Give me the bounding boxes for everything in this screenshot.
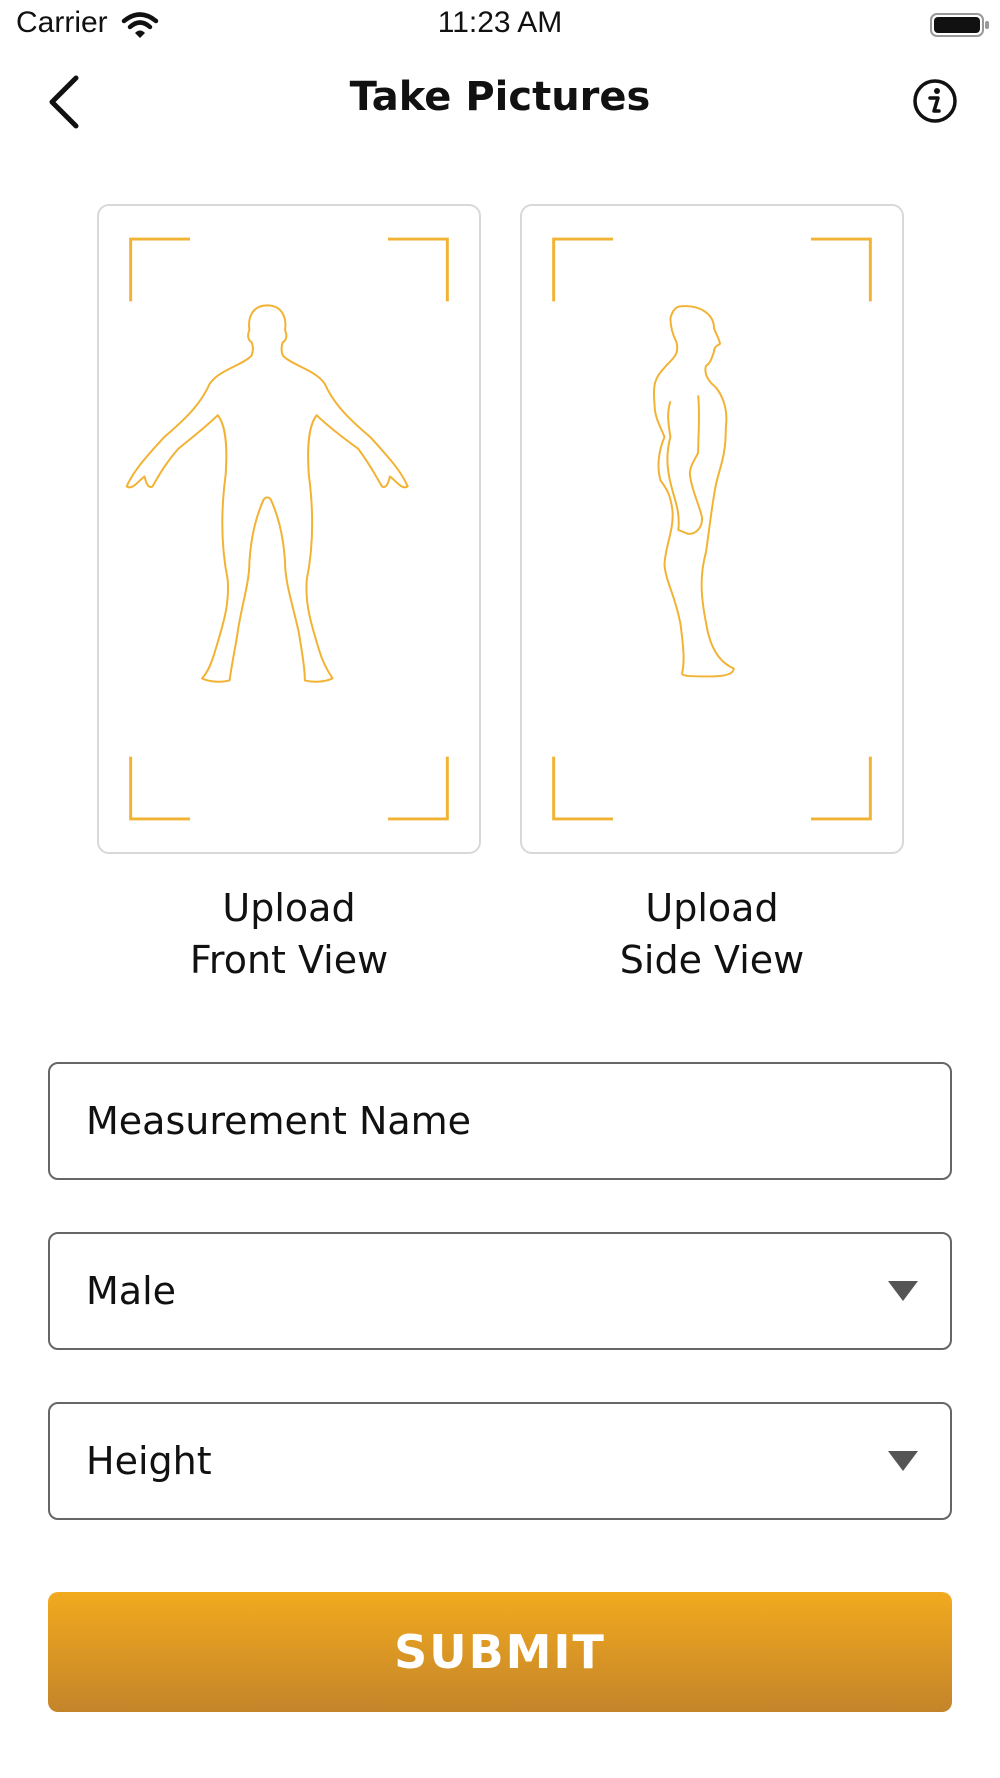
measurement-name-field[interactable]: Measurement Name [48, 1062, 952, 1180]
front-view-label-line2: Front View [189, 938, 389, 982]
dropdown-caret-icon [888, 1281, 918, 1301]
side-view-label-line2: Side View [619, 938, 805, 982]
info-icon[interactable] [912, 78, 958, 124]
gender-select[interactable]: Male [48, 1232, 952, 1350]
side-body-silhouette-icon [552, 237, 872, 821]
measurement-name-placeholder: Measurement Name [86, 1099, 472, 1143]
submit-button[interactable]: SUBMIT [48, 1592, 952, 1712]
battery-icon [930, 13, 989, 37]
front-view-upload-card[interactable] [97, 204, 481, 854]
side-view-label: Upload Side View [520, 882, 904, 986]
page-title: Take Pictures [349, 74, 651, 120]
front-body-silhouette-icon [125, 237, 449, 821]
front-view-label-line1: Upload [222, 886, 356, 930]
side-view-label-line1: Upload [645, 886, 779, 930]
height-select-value: Height [86, 1439, 212, 1483]
front-view-label: Upload Front View [97, 882, 481, 986]
gender-select-value: Male [86, 1269, 177, 1313]
dropdown-caret-icon [888, 1451, 918, 1471]
side-view-upload-card[interactable] [520, 204, 904, 854]
height-select[interactable]: Height [48, 1402, 952, 1520]
status-time: 11:23 AM [437, 6, 563, 39]
